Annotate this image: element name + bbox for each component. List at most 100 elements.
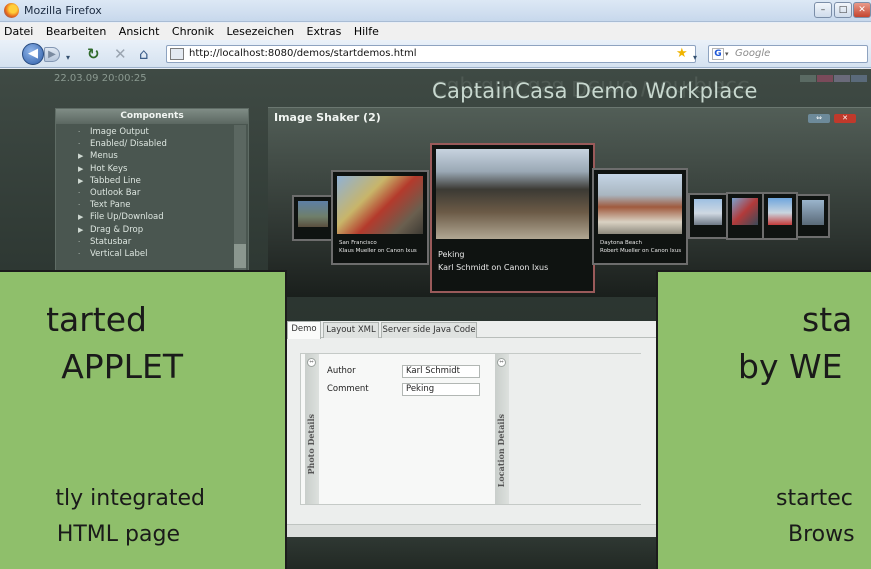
- menu-extras[interactable]: Extras: [307, 23, 342, 40]
- comment-label: Comment: [327, 384, 369, 394]
- collapse-toggle-icon[interactable]: ⇔: [497, 358, 506, 367]
- tree-expand-icon[interactable]: ▶: [78, 150, 83, 162]
- menu-lesezeichen[interactable]: Lesezeichen: [226, 23, 294, 40]
- tree-expand-icon[interactable]: ▶: [78, 224, 83, 236]
- thumbnail-image[interactable]: [688, 193, 728, 239]
- status-box: [817, 75, 833, 82]
- search-placeholder: Google: [735, 48, 771, 59]
- window-titlebar: Mozilla Firefox – □ ✕: [0, 0, 871, 22]
- thumbnail-image[interactable]: [726, 192, 764, 240]
- overlay-left-line4: HTML page: [56, 522, 180, 547]
- shaker-close-button[interactable]: ✕: [834, 114, 856, 123]
- component-item[interactable]: · Vertical Label: [56, 248, 248, 260]
- components-header: Components: [56, 109, 248, 124]
- minimize-button[interactable]: –: [814, 2, 832, 18]
- menu-chronik[interactable]: Chronik: [172, 23, 214, 40]
- tree-marker-icon: ·: [78, 237, 81, 246]
- thumbnail-image[interactable]: [796, 194, 830, 238]
- status-box: [851, 75, 867, 82]
- menu-datei[interactable]: Datei: [4, 23, 33, 40]
- component-item[interactable]: · Text Pane: [56, 199, 248, 211]
- component-item[interactable]: ▶ Tabbed Line: [56, 175, 248, 187]
- tree-marker-icon: ·: [78, 201, 81, 210]
- reload-icon[interactable]: ↻: [87, 46, 100, 62]
- component-label: Drag & Drop: [90, 224, 144, 235]
- location-details-strip[interactable]: ⇔ Location Details: [495, 354, 509, 504]
- site-favicon-icon: [170, 48, 184, 60]
- thumbnail-image[interactable]: Daytona Beach Robert Mueller on Canon Ix…: [592, 168, 688, 265]
- comment-field[interactable]: Peking: [402, 383, 480, 396]
- overlay-left-line3: tly integrated: [55, 486, 205, 511]
- component-item[interactable]: · Image Output: [56, 126, 248, 138]
- component-item[interactable]: ▶ File Up/Download: [56, 211, 248, 223]
- back-button[interactable]: ◀: [22, 43, 44, 65]
- tree-expand-icon[interactable]: ▶: [78, 163, 83, 175]
- component-item[interactable]: · Enabled/ Disabled: [56, 138, 248, 150]
- thumb-caption-title: Peking: [438, 250, 465, 259]
- google-search-engine-icon[interactable]: G: [712, 48, 724, 60]
- tree-marker-icon: ·: [78, 188, 81, 197]
- photo: [436, 149, 589, 239]
- tab-demo[interactable]: Demo: [287, 321, 321, 339]
- menu-ansicht[interactable]: Ansicht: [119, 23, 160, 40]
- photo: [337, 176, 423, 234]
- thumbnail-image[interactable]: [292, 195, 334, 241]
- url-bar[interactable]: http://localhost:8080/demos/startdemos.h…: [166, 45, 696, 63]
- shaker-popout-button[interactable]: ⇔: [808, 114, 830, 123]
- selected-thumbnail-image[interactable]: Peking Karl Schmidt on Canon Ixus: [430, 143, 595, 293]
- author-label: Author: [327, 366, 356, 376]
- component-item[interactable]: ▶ Drag & Drop: [56, 224, 248, 236]
- photo: [598, 174, 682, 234]
- url-text: http://localhost:8080/demos/startdemos.h…: [189, 48, 417, 59]
- tab-strip: Demo Layout XML Server side Java Code: [285, 321, 656, 339]
- image-shaker-title: Image Shaker (2): [274, 111, 381, 124]
- tree-expand-icon[interactable]: ▶: [78, 175, 83, 187]
- overlay-right-line1: sta: [802, 300, 853, 339]
- app-title-reflection: CaptainCasa Demo Workplace: [432, 76, 750, 100]
- menu-bar: Datei Bearbeiten Ansicht Chronik Lesezei…: [0, 23, 871, 40]
- tab-layout-xml[interactable]: Layout XML: [323, 322, 379, 338]
- close-window-button[interactable]: ✕: [853, 2, 871, 18]
- menu-hilfe[interactable]: Hilfe: [354, 23, 379, 40]
- thumb-caption-author: Robert Mueller on Canon Ixus: [600, 248, 682, 254]
- thumbnail-image[interactable]: San Francisco Klaus Mueller on Canon Ixu…: [331, 170, 429, 265]
- collapse-toggle-icon[interactable]: ⇔: [307, 358, 316, 367]
- author-field[interactable]: Karl Schmidt: [402, 365, 480, 378]
- forward-button[interactable]: ▶: [44, 47, 60, 62]
- component-item[interactable]: · Outlook Bar: [56, 187, 248, 199]
- photo-details-strip[interactable]: ⇔ Photo Details: [305, 354, 319, 504]
- webstart-info-overlay: sta by WE startec Brows: [656, 270, 871, 569]
- tab-server-side-java-code[interactable]: Server side Java Code: [381, 322, 477, 338]
- location-details-label: Location Details: [496, 414, 506, 488]
- overlay-left-line1: tarted: [46, 300, 147, 339]
- component-item[interactable]: · Statusbar: [56, 236, 248, 248]
- url-dropdown-icon[interactable]: ▾: [693, 50, 697, 66]
- components-scrollbar-thumb[interactable]: [234, 244, 246, 268]
- thumb-caption-title: Daytona Beach: [600, 240, 643, 246]
- tree-marker-icon: ·: [78, 128, 81, 136]
- home-icon[interactable]: ⌂: [139, 46, 149, 62]
- menu-bearbeiten[interactable]: Bearbeiten: [46, 23, 106, 40]
- thumbnail-image[interactable]: [762, 192, 798, 240]
- photo: [802, 200, 824, 225]
- component-label: Enabled/ Disabled: [90, 139, 167, 150]
- search-engine-dropdown-icon[interactable]: ▾: [725, 46, 729, 62]
- thumb-caption-author: Klaus Mueller on Canon Ixus: [339, 248, 417, 254]
- status-box: [834, 75, 850, 82]
- search-input[interactable]: G ▾ Google: [708, 45, 868, 63]
- datetime-display: 22.03.09 20:00:25: [54, 73, 147, 84]
- history-dropdown-icon[interactable]: ▾: [66, 50, 70, 66]
- component-label: Vertical Label: [90, 248, 148, 259]
- overlay-left-line2: APPLET: [61, 347, 183, 386]
- component-label: Hot Keys: [90, 163, 128, 174]
- window-title: Mozilla Firefox: [24, 4, 102, 17]
- stop-icon[interactable]: ✕: [114, 46, 127, 62]
- maximize-button[interactable]: □: [834, 2, 852, 18]
- component-item[interactable]: ▶ Hot Keys: [56, 163, 248, 175]
- bookmark-star-icon[interactable]: ★: [676, 46, 688, 61]
- firefox-logo-icon: [4, 3, 19, 18]
- tree-expand-icon[interactable]: ▶: [78, 211, 83, 223]
- navigation-toolbar: ◀ ▶ ▾ ↻ ✕ ⌂ http://localhost:8080/demos/…: [0, 40, 871, 68]
- footer-band: [285, 537, 656, 569]
- component-item[interactable]: ▶ Menus: [56, 150, 248, 162]
